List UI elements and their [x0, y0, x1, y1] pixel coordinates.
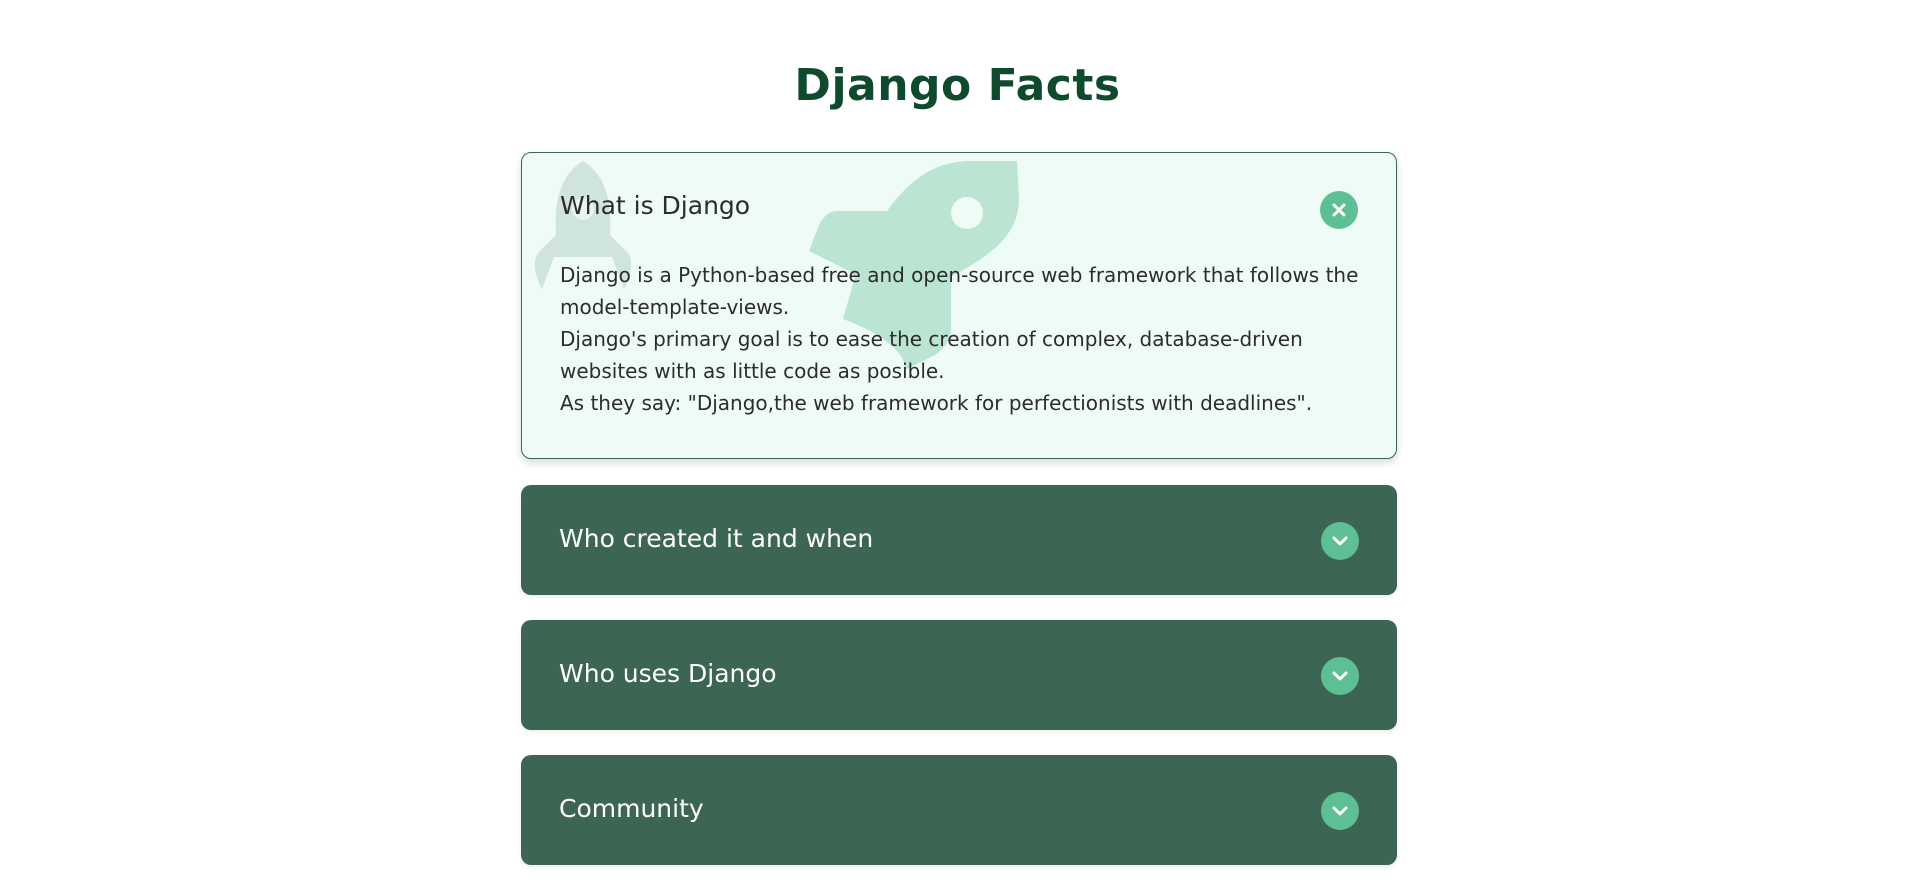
- faq-question: Who uses Django: [559, 659, 777, 688]
- faq-question: Community: [559, 794, 704, 823]
- faq-answer-line: Django is a Python-based free and open-s…: [560, 263, 1359, 319]
- chevron-down-icon[interactable]: [1321, 522, 1359, 560]
- faq-answer-line: As they say: "Django,the web framework f…: [560, 391, 1313, 415]
- faq-answer: Django is a Python-based free and open-s…: [560, 259, 1360, 419]
- faq-item-community[interactable]: Community: [521, 755, 1397, 865]
- faq-item-what-is-django: What is Django Django is a Python-based …: [521, 152, 1397, 459]
- faq-question: Who created it and when: [559, 524, 874, 553]
- page-title: Django Facts: [794, 60, 1121, 111]
- faq-question: What is Django: [560, 191, 751, 220]
- faq-answer-line: Django's primary goal is to ease the cre…: [560, 327, 1303, 383]
- faq-item-who-uses[interactable]: Who uses Django: [521, 620, 1397, 730]
- chevron-down-icon[interactable]: [1321, 657, 1359, 695]
- chevron-down-icon[interactable]: [1321, 792, 1359, 830]
- faq-item-who-created[interactable]: Who created it and when: [521, 485, 1397, 595]
- close-icon[interactable]: [1320, 191, 1358, 229]
